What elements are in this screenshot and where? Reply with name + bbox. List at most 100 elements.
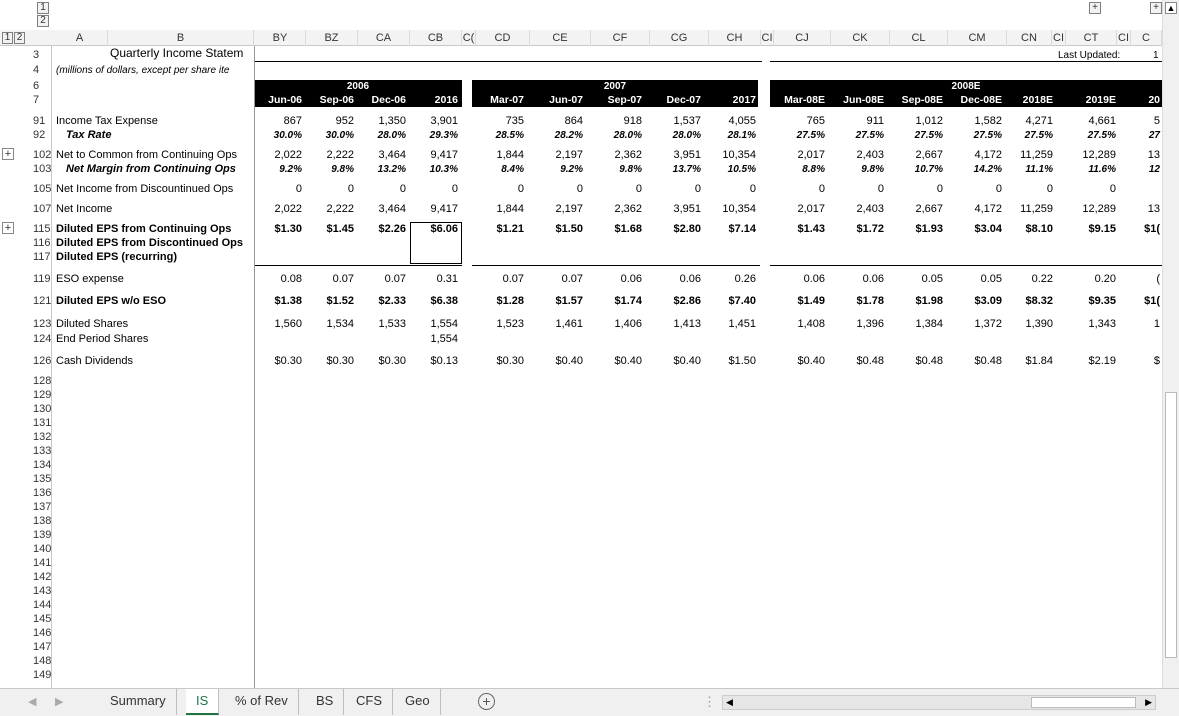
- value-cell[interactable]: 1,390: [999, 318, 1053, 331]
- next-sheet-icon[interactable]: ▶: [55, 695, 63, 708]
- row-number-137[interactable]: 137: [33, 501, 52, 513]
- column-group-expand-icon-2[interactable]: +: [1150, 2, 1162, 14]
- row-number-147[interactable]: 147: [33, 641, 52, 653]
- value-cell[interactable]: $2.86: [647, 295, 701, 308]
- value-cell[interactable]: 0.06: [647, 273, 701, 286]
- column-header-CK[interactable]: CK: [831, 30, 890, 46]
- value-cell[interactable]: $0.40: [771, 355, 825, 368]
- value-cell[interactable]: 0: [588, 183, 642, 196]
- value-cell[interactable]: 28.5%: [470, 129, 524, 142]
- value-cell[interactable]: 28.1%: [702, 129, 756, 142]
- value-cell[interactable]: 1,554: [404, 333, 458, 346]
- row-number-139[interactable]: 139: [33, 529, 52, 541]
- value-cell[interactable]: 0: [889, 183, 943, 196]
- row-number-4[interactable]: 4: [33, 64, 52, 76]
- value-cell[interactable]: $1.45: [300, 223, 354, 236]
- value-cell[interactable]: $1(: [1106, 223, 1160, 236]
- value-cell[interactable]: 1,372: [948, 318, 1002, 331]
- value-cell[interactable]: 3,464: [352, 203, 406, 216]
- value-cell[interactable]: $1.68: [588, 223, 642, 236]
- value-cell[interactable]: 13: [1106, 149, 1160, 162]
- row-number-126[interactable]: 126: [33, 355, 52, 367]
- value-cell[interactable]: 0: [830, 183, 884, 196]
- row-number-105[interactable]: 105: [33, 183, 52, 195]
- row-number-138[interactable]: 138: [33, 515, 52, 527]
- row-number-121[interactable]: 121: [33, 295, 52, 307]
- tab-split-handle[interactable]: ⋮: [703, 694, 716, 710]
- value-cell[interactable]: 0: [702, 183, 756, 196]
- row-number-134[interactable]: 134: [33, 459, 52, 471]
- value-cell[interactable]: 0: [999, 183, 1053, 196]
- row-number-148[interactable]: 148: [33, 655, 52, 667]
- value-cell[interactable]: 2,197: [529, 149, 583, 162]
- value-cell[interactable]: 2,667: [889, 203, 943, 216]
- value-cell[interactable]: 2,403: [830, 203, 884, 216]
- value-cell[interactable]: $3.09: [948, 295, 1002, 308]
- row-number-123[interactable]: 123: [33, 318, 52, 330]
- value-cell[interactable]: 0: [948, 183, 1002, 196]
- column-header-CD[interactable]: CD: [476, 30, 530, 46]
- value-cell[interactable]: 1,413: [647, 318, 701, 331]
- value-cell[interactable]: 1,560: [248, 318, 302, 331]
- value-cell[interactable]: 1,523: [470, 318, 524, 331]
- scroll-left-icon[interactable]: ◀: [726, 697, 733, 708]
- cell-grid[interactable]: Quarterly Income Statem (millions of dol…: [52, 46, 1162, 688]
- value-cell[interactable]: $1.52: [300, 295, 354, 308]
- row-label[interactable]: Diluted EPS w/o ESO: [56, 295, 166, 308]
- column-header-CI[interactable]: CI: [761, 30, 774, 46]
- row-number-124[interactable]: 124: [33, 333, 52, 345]
- row-label[interactable]: ESO expense: [56, 273, 124, 286]
- value-cell[interactable]: 2,362: [588, 149, 642, 162]
- value-cell[interactable]: 0.08: [248, 273, 302, 286]
- value-cell[interactable]: 8.4%: [470, 163, 524, 176]
- hscroll-thumb[interactable]: [1031, 697, 1136, 708]
- value-cell[interactable]: $6.38: [404, 295, 458, 308]
- value-cell[interactable]: $1.84: [999, 355, 1053, 368]
- value-cell[interactable]: $1.30: [248, 223, 302, 236]
- value-cell[interactable]: 0.26: [702, 273, 756, 286]
- value-cell[interactable]: 0.05: [889, 273, 943, 286]
- value-cell[interactable]: 918: [588, 115, 642, 128]
- row-number-6[interactable]: 6: [33, 80, 52, 92]
- row-number-143[interactable]: 143: [33, 585, 52, 597]
- row-label[interactable]: Diluted Shares: [56, 318, 128, 331]
- row-number-116[interactable]: 116: [33, 237, 52, 249]
- value-cell[interactable]: 1,461: [529, 318, 583, 331]
- value-cell[interactable]: 30.0%: [300, 129, 354, 142]
- row-number-115[interactable]: 115: [33, 223, 52, 235]
- value-cell[interactable]: 10.7%: [889, 163, 943, 176]
- row-outline-level-2-button[interactable]: 2: [14, 32, 25, 44]
- row-number-7[interactable]: 7: [33, 94, 52, 106]
- row-label[interactable]: Income Tax Expense: [56, 115, 158, 128]
- value-cell[interactable]: $0.30: [300, 355, 354, 368]
- value-cell[interactable]: 1,582: [948, 115, 1002, 128]
- value-cell[interactable]: 10,354: [702, 203, 756, 216]
- value-cell[interactable]: 13: [1106, 203, 1160, 216]
- value-cell[interactable]: $2.33: [352, 295, 406, 308]
- row-number-129[interactable]: 129: [33, 389, 52, 401]
- value-cell[interactable]: 0: [771, 183, 825, 196]
- row-group-expand-icon[interactable]: +: [2, 148, 14, 160]
- value-cell[interactable]: 9.8%: [588, 163, 642, 176]
- value-cell[interactable]: $1.72: [830, 223, 884, 236]
- vertical-scrollbar[interactable]: ▲: [1162, 0, 1179, 688]
- column-header-CU[interactable]: CI: [1117, 30, 1131, 46]
- value-cell[interactable]: 8.8%: [771, 163, 825, 176]
- value-cell[interactable]: $7.40: [702, 295, 756, 308]
- row-label[interactable]: Net Margin from Continuing Ops: [66, 163, 236, 176]
- row-label[interactable]: Diluted EPS from Discontinued Ops: [56, 237, 243, 250]
- value-cell[interactable]: 2,022: [248, 203, 302, 216]
- value-cell[interactable]: 1,406: [588, 318, 642, 331]
- sheet-tab-summary[interactable]: Summary: [100, 689, 177, 715]
- column-header-CO[interactable]: CI: [1052, 30, 1066, 46]
- value-cell[interactable]: 2,222: [300, 149, 354, 162]
- value-cell[interactable]: 4,172: [948, 203, 1002, 216]
- column-header-CA[interactable]: CA: [358, 30, 410, 46]
- row-label[interactable]: End Period Shares: [56, 333, 148, 346]
- prev-sheet-icon[interactable]: ◀: [28, 695, 36, 708]
- value-cell[interactable]: $0.48: [889, 355, 943, 368]
- value-cell[interactable]: $1.50: [529, 223, 583, 236]
- column-header-CB[interactable]: CB: [410, 30, 462, 46]
- value-cell[interactable]: 0: [352, 183, 406, 196]
- column-header-CG[interactable]: CG: [650, 30, 709, 46]
